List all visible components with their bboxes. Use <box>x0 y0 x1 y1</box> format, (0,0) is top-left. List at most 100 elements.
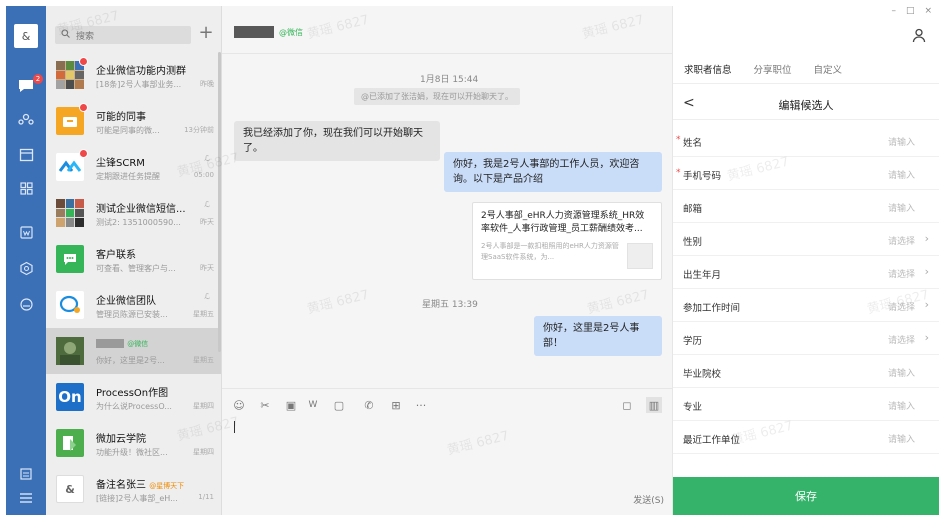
word-doc-icon[interactable]: W <box>306 397 320 413</box>
form-row-education[interactable]: 学历 请选择 › <box>673 322 939 355</box>
major-field[interactable]: 请输入 <box>888 399 915 412</box>
birth-select[interactable]: 请选择 <box>888 267 915 280</box>
chat-header: @微信 <box>222 6 672 54</box>
wecom-team-logo <box>56 291 84 319</box>
emoji-icon[interactable]: ☺ <box>232 397 246 413</box>
avatar-glyph: & <box>21 29 31 43</box>
conversation-time: 星期五 <box>193 310 214 318</box>
image-icon[interactable]: ▣ <box>284 397 298 413</box>
timestamp: 1月8日 15:44 <box>420 75 479 85</box>
tab-share-job[interactable]: 分享职位 <box>754 62 792 76</box>
form-row-phone[interactable]: * 手机号码 请输入 <box>673 157 939 190</box>
mute-icon: ℒ <box>204 292 210 301</box>
list-item[interactable]: On ProcessOn作图 为什么说ProcessO... 星期四 <box>46 374 221 420</box>
message-composer[interactable]: ☺ ✂ ▣ W ▢ ✆ ⊞ ··· ◻ ▥ 发送(S) <box>222 388 672 515</box>
cube-icon[interactable] <box>16 258 36 278</box>
form-row-major[interactable]: 专业 请输入 <box>673 388 939 421</box>
folder-icon[interactable]: ▢ <box>328 397 350 413</box>
screenshot-icon[interactable]: ✂ <box>254 397 276 413</box>
list-item[interactable]: 可能的同事 可能是同事的微... 13分钟前 <box>46 98 221 144</box>
list-scrollbar[interactable] <box>218 52 221 352</box>
work-start-select[interactable]: 请选择 <box>888 300 915 313</box>
unread-badge: 2 <box>33 74 43 84</box>
contacts-icon[interactable] <box>16 110 36 130</box>
message-bubble-outgoing[interactable]: 你好，这里是2号人事部！ <box>534 316 662 356</box>
call-icon[interactable]: ✆ <box>358 397 380 413</box>
avatar[interactable]: & <box>14 24 38 48</box>
panel-title: 编辑候选人 <box>778 99 834 112</box>
tab-custom[interactable]: 自定义 <box>814 62 843 76</box>
list-item[interactable]: & 备注名张三 @星博天下 [链接]2号人事部_eH... 1/11 <box>46 466 221 512</box>
form-row-birth[interactable]: 出生年月 请选择 › <box>673 256 939 289</box>
form-row-work-start[interactable]: 参加工作时间 请选择 › <box>673 289 939 322</box>
chevron-right-icon: › <box>924 265 929 278</box>
field-label: 最近工作单位 <box>683 435 741 446</box>
calendar-icon[interactable] <box>16 144 36 164</box>
list-item[interactable]: 微加云学院 功能升级！微社区... 星期四 <box>46 420 221 466</box>
doc-icon[interactable] <box>16 222 36 242</box>
chat-panel: @微信 1月8日 15:44 @已添加了张洁娟，现在可以开始聊天了。 我已经添加… <box>222 6 672 515</box>
apps-icon[interactable] <box>16 178 36 198</box>
form-row-email[interactable]: 邮箱 请输入 <box>673 190 939 223</box>
processon-logo: On <box>56 383 84 411</box>
chat-subtitle: @微信 <box>279 28 303 37</box>
conversation-preview: 测试2: 1351000590... <box>96 218 181 227</box>
message-bubble-outgoing[interactable]: 你好，我是2号人事部的工作人员，欢迎咨询。以下是产品介绍 <box>444 152 662 192</box>
list-item[interactable]: 企业微信功能内测群 [18条]2号人事部业务... 昨晚 <box>46 52 221 98</box>
chat-icon[interactable]: 2 <box>16 74 43 96</box>
link-card[interactable]: 2号人事部_eHR人力资源管理系统_HR效率软件_人事行政管理_员工薪酬绩效考.… <box>472 202 662 280</box>
form-row-name[interactable]: * 姓名 请输入 <box>673 124 939 157</box>
message-bubble-incoming[interactable]: 我已经添加了你，现在我们可以开始聊天了。 <box>234 121 440 161</box>
mute-icon: ℒ <box>204 154 210 163</box>
add-button[interactable]: + <box>196 22 216 46</box>
customer-contact-icon <box>56 245 84 273</box>
mute-icon: ℒ <box>204 200 210 209</box>
unread-dot <box>79 103 88 112</box>
tab-candidate-info[interactable]: 求职者信息 <box>684 62 732 76</box>
weijia-logo <box>56 429 84 457</box>
form-row-gender[interactable]: 性别 请选择 › <box>673 223 939 256</box>
left-nav-rail: & 2 <box>6 6 46 515</box>
list-item[interactable]: 尘锋SCRM ℒ 定期跟进任务提醒 05:00 <box>46 144 221 190</box>
layout-toggle-icon[interactable]: ▥ <box>646 397 662 413</box>
maximize-button[interactable]: □ <box>906 6 915 22</box>
list-item[interactable]: @微信 你好，这里是2号... 星期五 <box>46 328 221 374</box>
cloud-icon[interactable] <box>16 294 36 314</box>
field-label: 出生年月 <box>683 270 722 281</box>
conversation-preview: [18条]2号人事部业务... <box>96 80 182 89</box>
form-row-school[interactable]: 毕业院校 请输入 <box>673 355 939 388</box>
search-input[interactable]: 搜索 <box>55 26 191 44</box>
minimize-button[interactable]: – <box>891 6 896 22</box>
conversation-preview: [链接]2号人事部_eH... <box>96 494 178 503</box>
panel-tabs: 求职者信息 分享职位 自定义 <box>673 54 939 84</box>
conversation-time: 05:00 <box>193 171 214 179</box>
education-select[interactable]: 请选择 <box>888 333 915 346</box>
person-icon[interactable] <box>912 28 926 47</box>
redacted-title <box>234 25 274 38</box>
timestamp: 星期五 13:39 <box>422 300 478 310</box>
conversation-name: 微加云学院 <box>96 434 146 445</box>
close-button[interactable]: × <box>924 6 932 22</box>
notes-icon[interactable] <box>16 464 36 484</box>
save-button[interactable]: 保存 <box>673 477 939 515</box>
list-item[interactable]: 企业微信团队 ℒ 管理员陈源已安装... 星期五 <box>46 282 221 328</box>
text-caret <box>234 421 235 433</box>
send-button[interactable]: 发送(S) <box>633 493 664 506</box>
last-company-field[interactable]: 请输入 <box>888 432 915 445</box>
conversation-time: 星期四 <box>193 448 214 456</box>
email-field[interactable]: 请输入 <box>888 201 915 214</box>
gender-select[interactable]: 请选择 <box>888 234 915 247</box>
conversation-preview: 可能是同事的微... <box>96 126 160 135</box>
name-field[interactable]: 请输入 <box>888 135 915 148</box>
shield-icon[interactable]: ⊞ <box>388 397 404 413</box>
list-item[interactable]: 客户联系 可查看、管理客户与... 昨天 <box>46 236 221 282</box>
form-row-last-company[interactable]: 最近工作单位 请输入 <box>673 421 939 454</box>
screen-share-icon[interactable]: ◻ <box>620 397 634 413</box>
search-placeholder: 搜索 <box>76 31 95 42</box>
menu-icon[interactable] <box>16 488 36 508</box>
list-item[interactable]: 测试企业微信短信... ℒ 测试2: 1351000590... 昨天 <box>46 190 221 236</box>
school-field[interactable]: 请输入 <box>888 366 915 379</box>
more-icon[interactable]: ··· <box>412 397 430 413</box>
system-notice: @已添加了张洁娟，现在可以开始聊天了。 <box>354 88 520 105</box>
phone-field[interactable]: 请输入 <box>888 168 915 181</box>
